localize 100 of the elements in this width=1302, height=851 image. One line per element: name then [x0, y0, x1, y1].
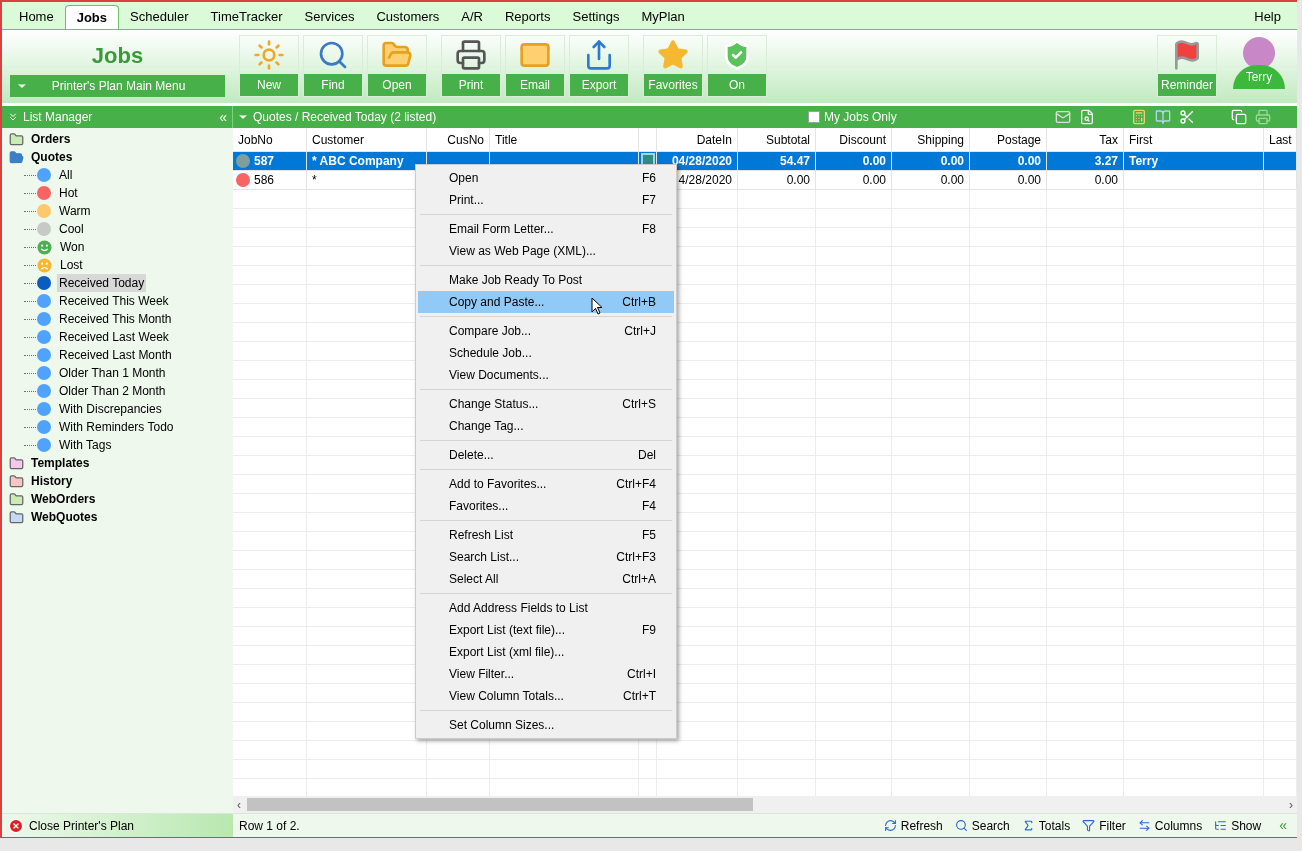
column-header[interactable]: Shipping [892, 128, 970, 151]
menu-item[interactable]: Schedule Job... [418, 342, 674, 364]
tree-folder[interactable]: WebOrders [31, 490, 96, 508]
menu-item[interactable]: Search List... Ctrl+F3 [418, 546, 674, 568]
status-button[interactable]: Filter [1082, 816, 1126, 835]
tree-icon [1214, 819, 1228, 832]
tree-item[interactable]: Hot [57, 184, 80, 202]
column-header[interactable]: First [1124, 128, 1264, 151]
menu-tab[interactable]: MyPlan [630, 5, 696, 29]
menu-item[interactable]: Add to Favorites... Ctrl+F4 [418, 473, 674, 495]
tree-folder[interactable]: WebQuotes [31, 508, 98, 526]
tree-item[interactable]: With Reminders Todo [57, 418, 176, 436]
column-header[interactable]: Postage [970, 128, 1047, 151]
status-button[interactable]: Refresh [883, 816, 943, 835]
menu-item[interactable]: Copy and Paste... Ctrl+B [418, 291, 674, 313]
tree-item[interactable]: With Tags [57, 436, 114, 454]
scissors-icon[interactable] [1179, 109, 1195, 125]
column-header[interactable]: Subtotal [738, 128, 816, 151]
menu-item[interactable]: Favorites... F4 [418, 495, 674, 517]
tree-item[interactable]: Cool [57, 220, 86, 238]
menu-tab[interactable]: Reports [493, 5, 562, 29]
tree-folder[interactable]: Quotes [31, 148, 73, 166]
table-cell-text: 0.00 [1017, 172, 1041, 189]
menu-item[interactable]: Select All Ctrl+A [418, 568, 674, 590]
star-icon [657, 39, 689, 71]
column-header[interactable]: Last [1264, 128, 1297, 151]
help-menu[interactable]: Help [1248, 5, 1287, 29]
table-row[interactable]: 587 * ABC Company 04/28/2020 54.47 0.00 0.00 0.00 3.27 Terry [233, 152, 1297, 171]
menu-item[interactable]: View Filter... Ctrl+I [418, 663, 674, 685]
menu-tab[interactable]: Scheduler [119, 5, 200, 29]
tree-folder[interactable]: Templates [31, 454, 90, 472]
column-header[interactable]: Tax [1047, 128, 1124, 151]
tree-folder[interactable]: Orders [31, 130, 71, 148]
menu-tab[interactable]: Home [8, 5, 65, 29]
menu-tab[interactable]: TimeTracker [199, 5, 294, 29]
status-button[interactable]: Totals [1021, 816, 1071, 835]
menu-item[interactable]: Add Address Fields to List [418, 597, 674, 619]
table-cell-text: 586 [254, 172, 275, 189]
column-header[interactable]: DateIn [657, 128, 738, 151]
status-button[interactable]: Columns [1137, 816, 1203, 835]
arrows-icon [1137, 819, 1151, 832]
tree-item[interactable]: Received Today [57, 274, 147, 292]
menu-item[interactable]: Export List (text file)... F9 [418, 619, 674, 641]
menu-tab[interactable]: A/R [450, 5, 494, 29]
menu-item[interactable]: Change Status... Ctrl+S [418, 393, 674, 415]
printer-icon[interactable] [1255, 109, 1271, 125]
menu-item[interactable]: Print... F7 [418, 189, 674, 211]
expand-icon [7, 111, 19, 123]
horizontal-scrollbar[interactable]: ‹ › [233, 796, 1297, 813]
column-header[interactable]: JobNo [233, 128, 307, 151]
document-search-icon[interactable] [1079, 109, 1095, 125]
panel-title: List Manager [23, 109, 94, 126]
tree-item[interactable]: Received This Week [57, 292, 171, 310]
table-cell-text: Terry [1129, 153, 1159, 170]
tree-item[interactable]: Lost [58, 256, 85, 274]
status-button[interactable]: Search [954, 816, 1010, 835]
column-header[interactable]: CusNo [427, 128, 490, 151]
search-icon [317, 39, 349, 71]
tree-item[interactable]: Older Than 1 Month [57, 364, 168, 382]
checkbox-label: My Jobs Only [824, 109, 897, 126]
column-header[interactable]: Discount [816, 128, 892, 151]
tree-item[interactable]: Received Last Month [57, 346, 174, 364]
menu-item[interactable]: View Documents... [418, 364, 674, 386]
table-cell-text: 0.00 [1017, 153, 1041, 170]
tree-item[interactable]: Received Last Week [57, 328, 171, 346]
tree-item[interactable]: Won [58, 238, 87, 256]
table-cell-text: * ABC Company [312, 153, 404, 170]
tree-item[interactable]: Warm [57, 202, 93, 220]
menu-tab[interactable]: Settings [561, 5, 631, 29]
menu-tab[interactable]: Services [293, 5, 366, 29]
copy-icon[interactable] [1231, 109, 1247, 125]
close-icon [8, 817, 24, 834]
menu-item[interactable]: Change Tag... [418, 415, 674, 437]
calculator-icon[interactable] [1131, 109, 1147, 125]
menu-tab[interactable]: Jobs [64, 5, 120, 29]
table-cell-text: 04/28/2020 [671, 153, 732, 170]
menu-item[interactable]: View as Web Page (XML)... [418, 240, 674, 262]
close-app-button[interactable]: Close Printer's Plan [2, 814, 233, 837]
tree-item[interactable]: Received This Month [57, 310, 174, 328]
tree-item[interactable]: All [57, 166, 75, 184]
menu-item[interactable]: Export List (xml file)... [418, 641, 674, 663]
checkbox[interactable] [808, 111, 820, 123]
menu-item[interactable]: Set Column Sizes... [418, 714, 674, 736]
column-header[interactable]: Title [490, 128, 639, 151]
search-icon [954, 819, 968, 832]
status-button[interactable]: Show [1214, 816, 1262, 835]
menu-tab[interactable]: Customers [365, 5, 451, 29]
table-cell-text: 0.00 [940, 153, 964, 170]
table-cell-text: 54.47 [779, 153, 810, 170]
menu-item[interactable]: Delete... Del [418, 444, 674, 466]
menu-item[interactable]: View Column Totals... Ctrl+T [418, 685, 674, 707]
menu-item[interactable]: Make Job Ready To Post [418, 269, 674, 291]
menu-item[interactable]: Refresh List F5 [418, 524, 674, 546]
tree-item[interactable]: Older Than 2 Month [57, 382, 168, 400]
tree-folder[interactable]: History [31, 472, 73, 490]
column-header[interactable]: Customer [307, 128, 427, 151]
menu-item[interactable]: Compare Job... Ctrl+J [418, 320, 674, 342]
book-icon[interactable] [1155, 109, 1171, 125]
menu-item[interactable]: Email Form Letter... F8 [418, 218, 674, 240]
tree-item[interactable]: With Discrepancies [57, 400, 164, 418]
